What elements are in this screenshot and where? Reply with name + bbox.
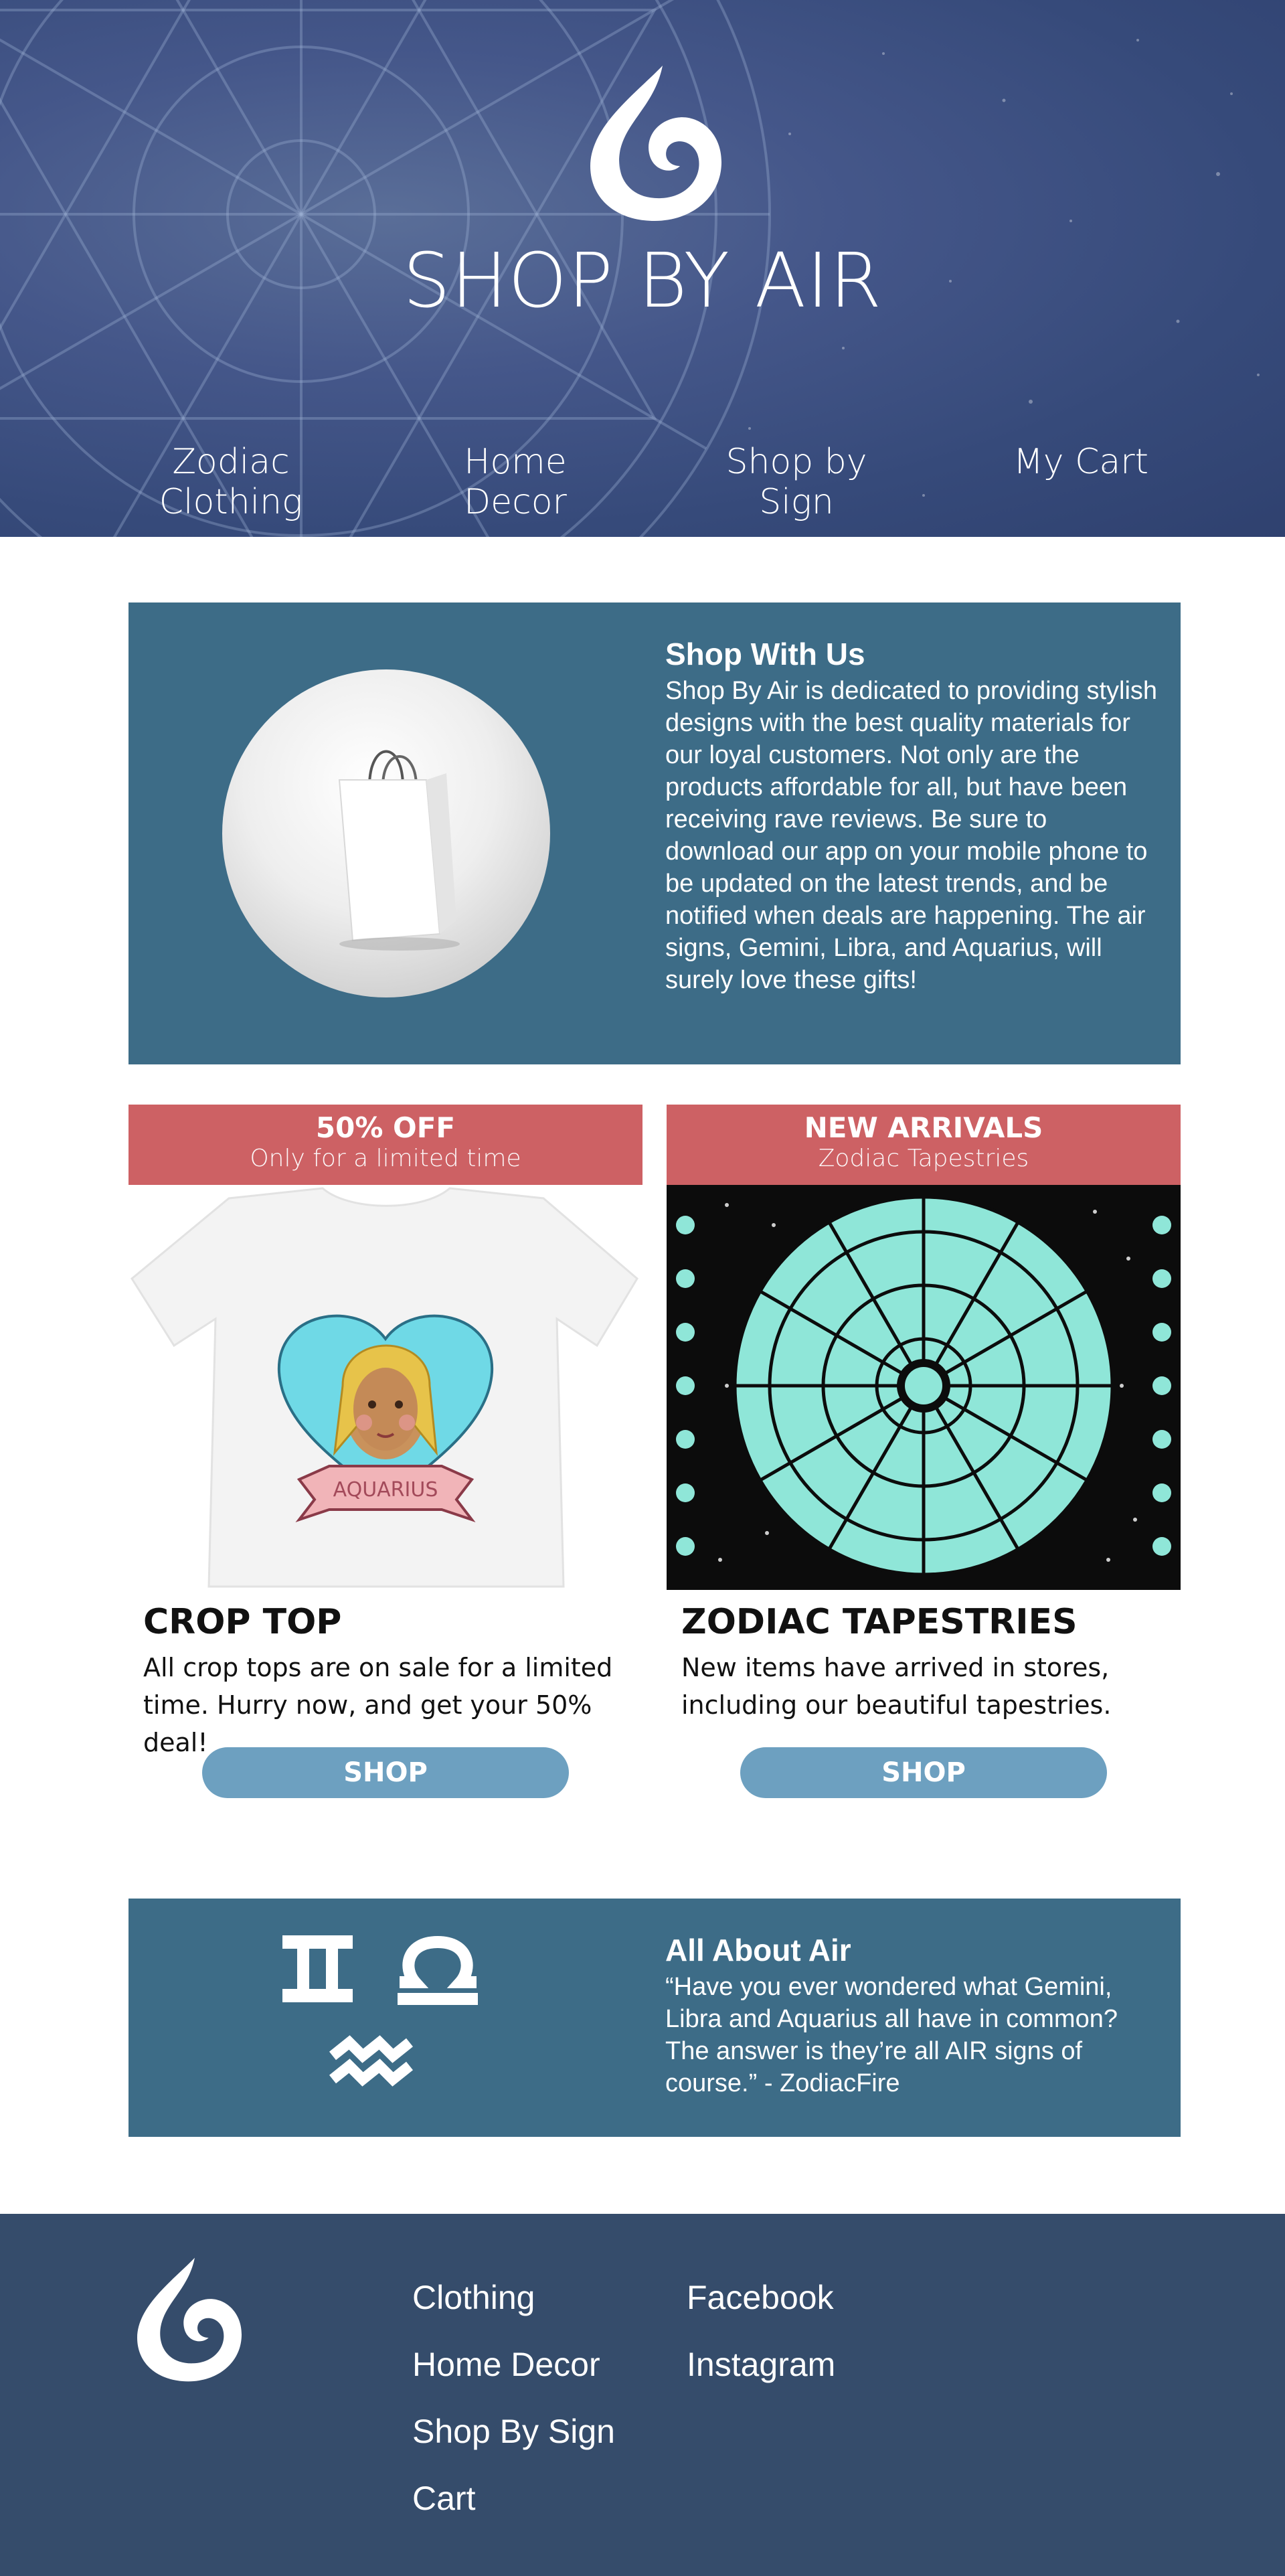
- air-signs-icons: [282, 1935, 478, 2087]
- air-title: All About Air: [665, 1933, 851, 1967]
- footer-logo-icon: [137, 2257, 242, 2382]
- banner-subtitle: Only for a limited time: [250, 1145, 521, 1172]
- shop-with-us-panel: Shop With Us Shop By Air is dedicated to…: [128, 602, 1181, 1064]
- footer-link-cart[interactable]: Cart: [412, 2465, 615, 2532]
- site-header: SHOP BY AIR Zodiac Clothing Home Decor S…: [0, 0, 1285, 537]
- about-title: Shop With Us: [665, 637, 865, 671]
- nav-my-cart[interactable]: My Cart: [1004, 442, 1158, 482]
- crop-top-illustration: AQUARIUS: [128, 1185, 642, 1590]
- promo-card-tapestries: NEW ARRIVALS Zodiac Tapestries ZODIAC TA…: [667, 1105, 1181, 1798]
- tapestry-image[interactable]: [667, 1185, 1181, 1590]
- footer-link-instagram[interactable]: Instagram: [687, 2331, 835, 2398]
- crop-top-image[interactable]: AQUARIUS: [128, 1185, 642, 1590]
- shop-tapestries-button[interactable]: SHOP: [740, 1747, 1107, 1798]
- nav-shop-by-sign[interactable]: Shop by Sign: [689, 442, 904, 522]
- banner-title: 50% OFF: [315, 1111, 456, 1144]
- nav-zodiac-clothing[interactable]: Zodiac Clothing: [114, 442, 348, 522]
- shopping-bag-icon: [338, 750, 460, 951]
- footer-link-home-decor[interactable]: Home Decor: [412, 2331, 615, 2398]
- promo-banner: 50% OFF Only for a limited time: [128, 1105, 642, 1185]
- footer-link-facebook[interactable]: Facebook: [687, 2264, 835, 2331]
- card-heading: ZODIAC TAPESTRIES: [681, 1602, 1078, 1642]
- card-text: New items have arrived in stores, includ…: [681, 1653, 1112, 1720]
- footer-links-social: Facebook Instagram: [687, 2264, 835, 2398]
- about-body: Shop By Air is dedicated to providing st…: [665, 677, 1158, 994]
- footer-link-shop-by-sign[interactable]: Shop By Sign: [412, 2398, 615, 2465]
- libra-icon: [398, 1935, 478, 2005]
- shop-crop-top-button[interactable]: SHOP: [202, 1747, 569, 1798]
- main-nav: Zodiac Clothing Home Decor Shop by Sign …: [0, 442, 1285, 522]
- gemini-icon: [282, 1935, 353, 2002]
- tapestry-illustration: [667, 1185, 1181, 1590]
- banner-title: NEW ARRIVALS: [804, 1111, 1043, 1144]
- card-text: All crop tops are on sale for a limited …: [143, 1653, 613, 1757]
- banner-subtitle: Zodiac Tapestries: [818, 1145, 1029, 1172]
- bag-image-circle: [222, 669, 550, 997]
- footer-link-clothing[interactable]: Clothing: [412, 2264, 615, 2331]
- shirt-print-text: AQUARIUS: [333, 1478, 438, 1502]
- card-heading: CROP TOP: [143, 1602, 342, 1642]
- nav-home-decor[interactable]: Home Decor: [415, 442, 616, 522]
- aquarius-icon: [329, 2035, 413, 2087]
- brand-title: SHOP BY AIR: [402, 238, 883, 325]
- footer-links-shop: Clothing Home Decor Shop By Sign Cart: [412, 2264, 615, 2532]
- all-about-air-panel: All About Air “Have you ever wondered wh…: [128, 1899, 1181, 2137]
- promo-card-crop-top: 50% OFF Only for a limited time AQUARIUS…: [128, 1105, 642, 1798]
- brand-logo-icon: [590, 66, 721, 221]
- site-footer: Clothing Home Decor Shop By Sign Cart Fa…: [0, 2214, 1285, 2576]
- promo-banner: NEW ARRIVALS Zodiac Tapestries: [667, 1105, 1181, 1185]
- air-body: “Have you ever wondered what Gemini, Lib…: [665, 1973, 1118, 2097]
